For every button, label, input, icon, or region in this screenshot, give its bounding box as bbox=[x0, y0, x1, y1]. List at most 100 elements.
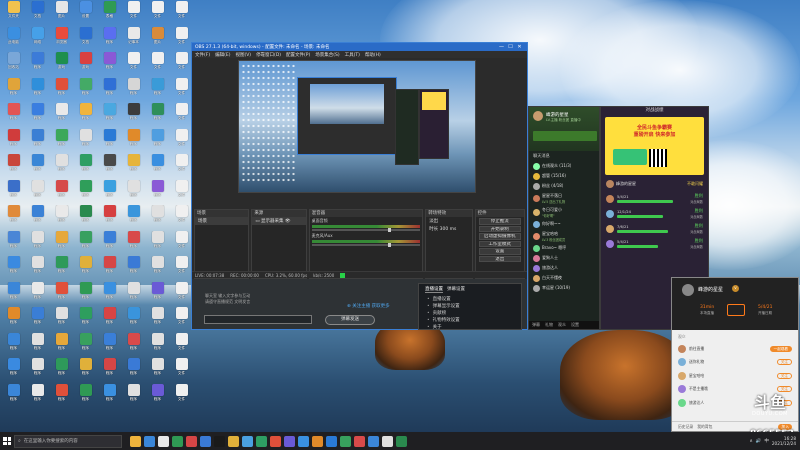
fader-knob[interactable] bbox=[387, 228, 391, 232]
taskbar-app-icon[interactable] bbox=[270, 435, 281, 447]
desktop-icon[interactable]: 文件 bbox=[170, 256, 193, 282]
avatar[interactable] bbox=[606, 194, 614, 203]
volume-icon[interactable]: 🔊 bbox=[756, 439, 762, 444]
desktop-icon[interactable]: 程序 bbox=[122, 281, 145, 308]
desktop-icon[interactable]: 图片 bbox=[146, 26, 169, 53]
taskbar-app-icon[interactable] bbox=[284, 435, 295, 447]
chat-footer-tab[interactable]: 设置 bbox=[571, 322, 579, 328]
taskbar-app-icon[interactable] bbox=[158, 435, 169, 447]
desktop-icon[interactable]: 程序 bbox=[26, 383, 49, 410]
taskbar-app-icon[interactable] bbox=[228, 435, 239, 447]
follow-button[interactable]: 关注 bbox=[776, 386, 792, 393]
taskbar-app-icon[interactable] bbox=[326, 435, 337, 447]
chat-footer-tab[interactable]: 观众 bbox=[558, 322, 566, 328]
desktop-icon[interactable]: 程序 bbox=[98, 383, 121, 410]
desktop-icon[interactable]: 程序 bbox=[26, 103, 49, 129]
desktop-icon[interactable]: 程序 bbox=[50, 358, 73, 384]
desktop-icon[interactable]: 程序 bbox=[146, 103, 169, 129]
desktop-icon[interactable]: 程序 bbox=[98, 230, 121, 257]
dropdown-item[interactable]: 直播设置 bbox=[419, 295, 521, 302]
desktop-icon[interactable]: 文件 bbox=[170, 179, 193, 206]
desktop-icon[interactable]: 程序 bbox=[26, 358, 49, 384]
desktop-icon[interactable]: 程序 bbox=[74, 128, 97, 155]
taskbar-app-icon[interactable] bbox=[312, 435, 323, 447]
desktop-icon[interactable]: 文件 bbox=[170, 77, 193, 104]
desktop-icon[interactable]: 文件 bbox=[122, 52, 145, 78]
source-item[interactable]: ▭ 显示器采集 👁 bbox=[252, 217, 306, 225]
avatar[interactable] bbox=[606, 180, 614, 188]
eye-icon[interactable]: 👁 bbox=[284, 219, 291, 224]
chat-user[interactable]: Bravo~ 嗯哼 bbox=[529, 243, 599, 253]
exit-button[interactable]: 退出 bbox=[478, 255, 521, 262]
desktop-icon[interactable]: 程序 bbox=[26, 230, 49, 257]
desktop-icon[interactable]: 文件 bbox=[170, 230, 193, 257]
start-recording-button[interactable]: 开始录制 bbox=[478, 225, 521, 232]
taskbar-app-icon[interactable] bbox=[144, 435, 155, 447]
desktop-icon[interactable]: 文件 bbox=[170, 26, 193, 53]
desktop-icon[interactable]: 程序 bbox=[146, 77, 169, 104]
desktop-icon[interactable]: 程序 bbox=[2, 103, 25, 129]
avatar[interactable] bbox=[533, 284, 540, 292]
desktop-icon[interactable]: 程序 bbox=[122, 179, 145, 206]
desktop-icon[interactable]: 程序 bbox=[50, 307, 73, 333]
dropdown-tab[interactable]: 弹幕设置 bbox=[447, 286, 465, 293]
menu-item[interactable]: 场景集合(S) bbox=[315, 52, 339, 58]
dropdown-item[interactable]: 弹幕显示设置 bbox=[419, 302, 521, 309]
obs-titlebar[interactable]: OBS 27.1.3 (64-bit, windows) - 配置文件: 未命名… bbox=[192, 43, 527, 51]
desktop-icon[interactable]: 程序 bbox=[50, 154, 73, 180]
desktop-icon[interactable]: 程序 bbox=[2, 179, 25, 206]
desktop-icon[interactable]: 程序 bbox=[122, 230, 145, 257]
avatar[interactable] bbox=[678, 344, 686, 353]
chat-footer-tab[interactable]: 礼物 bbox=[545, 322, 553, 328]
desktop-icon[interactable]: 程序 bbox=[98, 103, 121, 129]
follow-link[interactable]: ⊕ 关注主播 获取更多 bbox=[347, 303, 390, 309]
match-row[interactable]: 12/1/24 胜利 对战局数 bbox=[601, 206, 708, 221]
desktop-icon[interactable]: 程序 bbox=[2, 154, 25, 180]
taskbar-app-icon[interactable] bbox=[382, 435, 393, 447]
desktop-icon[interactable]: 设置 bbox=[74, 1, 97, 27]
match-row[interactable]: 5/4/21 胜利 对战局数 bbox=[601, 236, 708, 251]
transition-duration[interactable]: 时长 300 ms bbox=[426, 225, 471, 233]
chat-user[interactable]: 幸运星 (10/19) bbox=[529, 283, 599, 293]
desktop-icon[interactable]: 程序 bbox=[26, 256, 49, 282]
desktop-icon[interactable]: 程序 bbox=[122, 128, 145, 155]
start-button[interactable] bbox=[0, 432, 14, 450]
follow-button[interactable]: 关注 bbox=[776, 359, 792, 366]
desktop-icon[interactable]: 程序 bbox=[146, 281, 169, 308]
history-link[interactable]: 历史记录 bbox=[678, 424, 693, 430]
desktop-icon[interactable]: 记事本 bbox=[122, 26, 145, 53]
desktop-icon[interactable]: 文件夹 bbox=[2, 1, 25, 27]
desktop-icon[interactable]: 程序 bbox=[50, 230, 73, 257]
desktop-icon[interactable]: 文件 bbox=[146, 1, 169, 27]
desktop-icon[interactable]: 程序 bbox=[98, 26, 121, 53]
avatar[interactable] bbox=[606, 224, 614, 233]
dropdown-item[interactable]: 贡献榜 bbox=[419, 309, 521, 316]
taskbar-app-icon[interactable] bbox=[354, 435, 365, 447]
desktop-icon[interactable]: 程序 bbox=[98, 281, 121, 308]
chat-user[interactable]: 超管 (15/16) bbox=[529, 171, 599, 181]
chat-input[interactable] bbox=[204, 315, 312, 324]
virtual-camera-button[interactable]: 启动虚拟摄像机 bbox=[478, 233, 521, 240]
desktop-icon[interactable]: 程序 bbox=[74, 179, 97, 206]
volume-fader[interactable] bbox=[311, 228, 421, 232]
desktop-icon[interactable]: 程序 bbox=[26, 128, 49, 155]
chat-user[interactable]: 粉丝 (4/18) bbox=[529, 181, 599, 191]
desktop-icon[interactable]: 文件 bbox=[170, 281, 193, 308]
desktop-icon[interactable]: 程序 bbox=[122, 332, 145, 359]
desktop-icon[interactable]: 程序 bbox=[122, 154, 145, 180]
taskbar-app-icon[interactable] bbox=[396, 435, 407, 447]
desktop-icon[interactable]: 程序 bbox=[98, 256, 121, 282]
chat-user[interactable]: 你好啊~~ bbox=[529, 219, 599, 229]
taskbar-app-icon[interactable] bbox=[172, 435, 183, 447]
desktop-icon[interactable]: 文档 bbox=[74, 26, 97, 53]
desktop-icon[interactable]: 程序 bbox=[146, 205, 169, 231]
chat-footer-tab[interactable]: 弹幕 bbox=[532, 322, 540, 328]
desktop-icon[interactable]: 文件 bbox=[170, 52, 193, 78]
stop-streaming-button[interactable]: 停止推流 bbox=[478, 218, 521, 225]
desktop-icon[interactable]: 程序 bbox=[122, 383, 145, 410]
desktop-icon[interactable]: 程序 bbox=[98, 128, 121, 155]
menu-item[interactable]: 编辑(E) bbox=[215, 52, 230, 58]
match-row[interactable]: 7/6/21 胜利 对战局数 bbox=[601, 221, 708, 236]
desktop-icon[interactable]: 程序 bbox=[98, 307, 121, 333]
desktop-icon[interactable]: 程序 bbox=[2, 383, 25, 410]
